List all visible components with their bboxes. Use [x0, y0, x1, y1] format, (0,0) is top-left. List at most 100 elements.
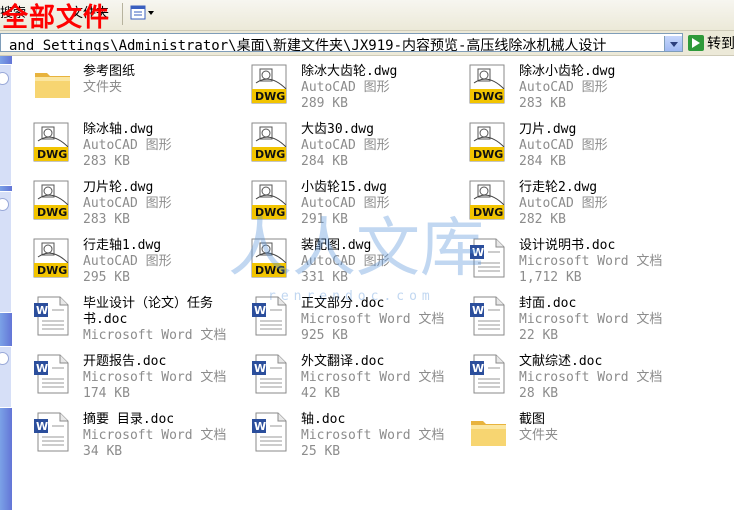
file-size: 283 KB: [83, 212, 130, 227]
views-menu-icon[interactable]: [130, 4, 156, 22]
file-name: 除冰大齿轮.dwg: [301, 64, 398, 79]
file-size: 22 KB: [519, 328, 559, 343]
word-doc-icon: W: [468, 237, 510, 279]
file-item[interactable]: W 毕业设计（论文）任务书.doc Microsoft Word 文档: [12, 288, 226, 344]
file-item[interactable]: DWG 刀片.dwg AutoCAD 图形 284 KB: [448, 114, 658, 170]
address-input[interactable]: and Settings\Administrator\桌面\新建文件夹\JX91…: [0, 33, 683, 52]
file-name: 参考图纸: [83, 64, 136, 79]
file-item[interactable]: 参考图纸 文件夹: [12, 56, 222, 112]
file-type: Microsoft Word 文档: [519, 370, 663, 385]
file-item[interactable]: DWG 装配图.dwg AutoCAD 图形 331 KB: [230, 230, 440, 286]
file-name: 正文部分.doc: [301, 296, 385, 311]
word-doc-icon: W: [250, 353, 292, 395]
word-doc-icon: W: [32, 295, 74, 337]
chevron-down-icon[interactable]: [664, 36, 682, 51]
file-type: 文件夹: [519, 428, 559, 443]
file-type: Microsoft Word 文档: [519, 254, 663, 269]
svg-text:DWG: DWG: [255, 206, 285, 219]
address-path: and Settings\Administrator\桌面\新建文件夹\JX91…: [9, 38, 607, 52]
file-type: Microsoft Word 文档: [83, 428, 227, 443]
file-name: 外文翻译.doc: [301, 354, 385, 369]
svg-text:W: W: [36, 362, 48, 375]
file-name: 摘要 目录.doc: [83, 412, 175, 427]
svg-text:DWG: DWG: [255, 90, 285, 103]
dwg-file-icon: DWG: [250, 237, 292, 279]
file-list: 参考图纸 文件夹 DWG 除冰大齿轮.dwg AutoCAD 图形 289 KB DWG 除冰…: [12, 56, 734, 510]
file-item[interactable]: DWG 除冰大齿轮.dwg AutoCAD 图形 289 KB: [230, 56, 440, 112]
svg-text:DWG: DWG: [37, 206, 67, 219]
file-item[interactable]: W 摘要 目录.doc Microsoft Word 文档 34 KB: [12, 404, 226, 460]
svg-text:W: W: [254, 362, 266, 375]
word-doc-icon: W: [32, 411, 74, 453]
file-item[interactable]: DWG 除冰小齿轮.dwg AutoCAD 图形 283 KB: [448, 56, 658, 112]
file-item[interactable]: 截图 文件夹: [448, 404, 658, 460]
go-label: 转到: [707, 36, 734, 52]
file-size: 283 KB: [83, 154, 130, 169]
file-name: 轴.doc: [301, 412, 346, 427]
file-name: 大齿30.dwg: [301, 122, 374, 137]
file-type: AutoCAD 图形: [301, 138, 390, 153]
folder-icon: [468, 411, 510, 453]
file-name: 封面.doc: [519, 296, 577, 311]
file-size: 283 KB: [519, 96, 566, 111]
go-button[interactable]: 转到: [688, 33, 734, 52]
file-name: 文献综述.doc: [519, 354, 603, 369]
file-item[interactable]: W 封面.doc Microsoft Word 文档 22 KB: [448, 288, 662, 344]
file-item[interactable]: DWG 除冰轴.dwg AutoCAD 图形 283 KB: [12, 114, 222, 170]
file-item[interactable]: DWG 大齿30.dwg AutoCAD 图形 284 KB: [230, 114, 440, 170]
file-type: AutoCAD 图形: [519, 80, 608, 95]
svg-text:W: W: [36, 304, 48, 317]
word-doc-icon: W: [250, 411, 292, 453]
toolbar: 搜索 文件夹 全部文件: [0, 0, 734, 33]
svg-text:W: W: [254, 304, 266, 317]
toolbar-separator: [122, 3, 123, 25]
file-name: 刀片轮.dwg: [83, 180, 154, 195]
file-type: AutoCAD 图形: [83, 254, 172, 269]
file-item[interactable]: DWG 刀片轮.dwg AutoCAD 图形 283 KB: [12, 172, 222, 228]
file-size: 1,712 KB: [519, 270, 582, 285]
file-type: AutoCAD 图形: [301, 196, 390, 211]
file-item[interactable]: W 文献综述.doc Microsoft Word 文档 28 KB: [448, 346, 662, 402]
file-item[interactable]: W 设计说明书.doc Microsoft Word 文档 1,712 KB: [448, 230, 662, 286]
file-type: 文件夹: [83, 80, 123, 95]
svg-text:W: W: [472, 362, 484, 375]
file-size: 34 KB: [83, 444, 123, 459]
file-size: 25 KB: [301, 444, 341, 459]
file-item[interactable]: DWG 小齿轮15.dwg AutoCAD 图形 291 KB: [230, 172, 440, 228]
dwg-file-icon: DWG: [250, 63, 292, 105]
dwg-file-icon: DWG: [250, 121, 292, 163]
file-name: 装配图.dwg: [301, 238, 372, 253]
svg-text:W: W: [254, 420, 266, 433]
file-name: 小齿轮15.dwg: [301, 180, 387, 195]
file-item[interactable]: DWG 行走轮2.dwg AutoCAD 图形 282 KB: [448, 172, 658, 228]
svg-text:DWG: DWG: [255, 264, 285, 277]
file-name: 截图: [519, 412, 546, 427]
file-name: 行走轮2.dwg: [519, 180, 598, 195]
file-type: Microsoft Word 文档: [301, 312, 445, 327]
file-name: 刀片.dwg: [519, 122, 577, 137]
file-type: AutoCAD 图形: [519, 196, 608, 211]
svg-text:W: W: [36, 420, 48, 433]
file-item[interactable]: DWG 行走轴1.dwg AutoCAD 图形 295 KB: [12, 230, 222, 286]
file-size: 291 KB: [301, 212, 348, 227]
file-type: Microsoft Word 文档: [301, 428, 445, 443]
file-item[interactable]: W 开题报告.doc Microsoft Word 文档 174 KB: [12, 346, 226, 402]
file-name: 设计说明书.doc: [519, 238, 616, 253]
dwg-file-icon: DWG: [32, 237, 74, 279]
file-type: AutoCAD 图形: [83, 138, 172, 153]
file-type: AutoCAD 图形: [301, 80, 390, 95]
svg-text:W: W: [472, 304, 484, 317]
address-bar: and Settings\Administrator\桌面\新建文件夹\JX91…: [0, 31, 734, 56]
file-size: 289 KB: [301, 96, 348, 111]
file-item[interactable]: W 轴.doc Microsoft Word 文档 25 KB: [230, 404, 444, 460]
file-type: Microsoft Word 文档: [83, 370, 227, 385]
file-size: 295 KB: [83, 270, 130, 285]
folder-icon: [32, 63, 74, 105]
file-item[interactable]: W 正文部分.doc Microsoft Word 文档 925 KB: [230, 288, 444, 344]
file-size: 174 KB: [83, 386, 130, 401]
file-type: Microsoft Word 文档: [519, 312, 663, 327]
word-doc-icon: W: [468, 353, 510, 395]
file-size: 331 KB: [301, 270, 348, 285]
file-size: 282 KB: [519, 212, 566, 227]
file-item[interactable]: W 外文翻译.doc Microsoft Word 文档 42 KB: [230, 346, 444, 402]
